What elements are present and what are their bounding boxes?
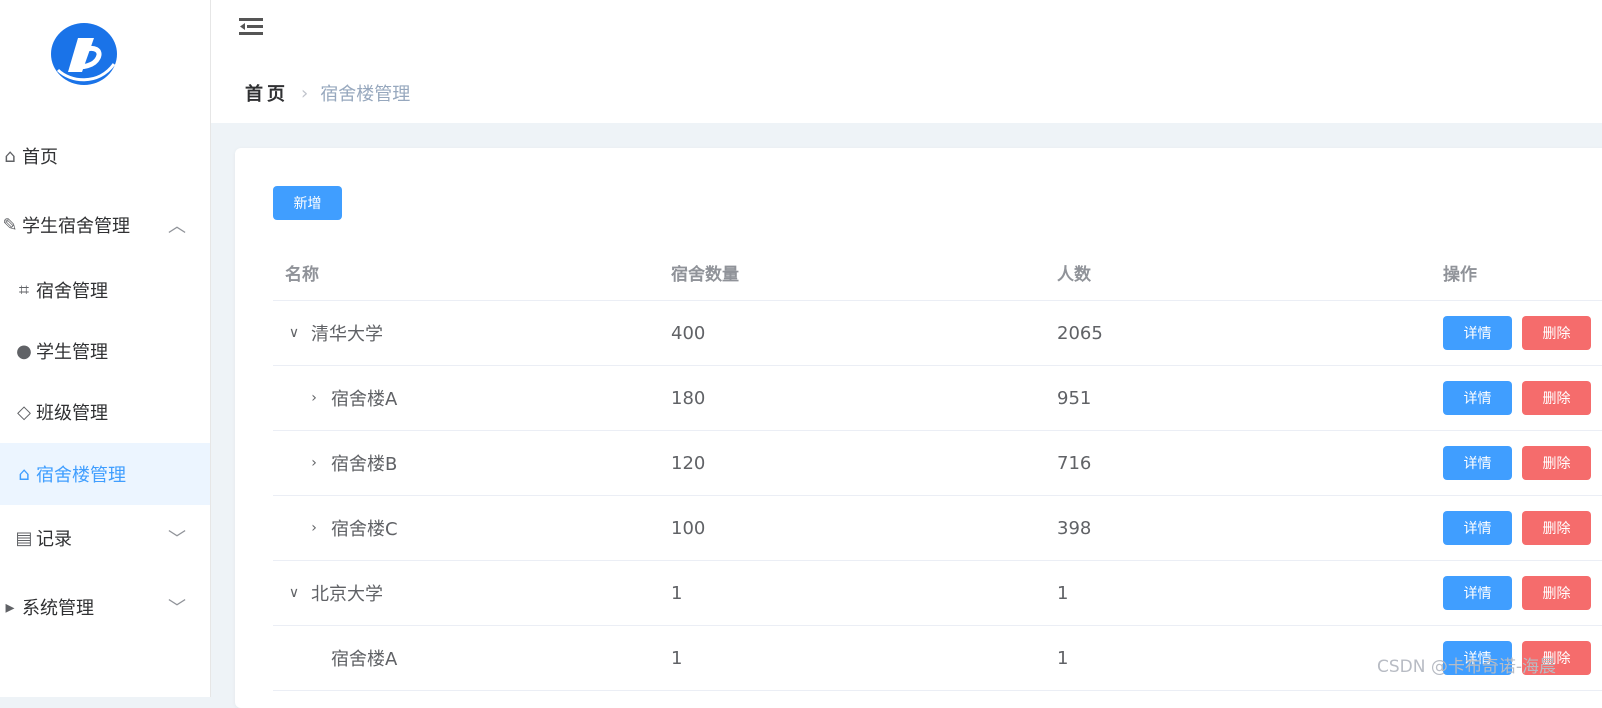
sidebar-item-system[interactable]: ▸ 系统管理 ﹀	[0, 587, 210, 627]
row-name: 北京大学	[311, 584, 383, 605]
detail-button[interactable]: 详情	[1443, 576, 1512, 610]
sidebar-item-student[interactable]: ● 学生管理	[0, 331, 210, 371]
add-button[interactable]: 新增	[273, 186, 342, 220]
row-people: 2065	[1057, 322, 1103, 344]
table-row: ∨ 清华大学 400 2065 详情 删除	[273, 301, 1602, 366]
row-people: 398	[1057, 517, 1092, 539]
triangle-icon: ▸	[5, 596, 15, 618]
row-count: 100	[671, 517, 706, 539]
row-count: 1	[671, 647, 683, 669]
chevron-up-icon: ︿	[168, 216, 186, 237]
table-header: 名称 宿舍数量 人数 操作	[273, 244, 1602, 301]
breadcrumb: 首页 › 宿舍楼管理	[245, 80, 410, 106]
expand-closed-icon[interactable]: ›	[305, 520, 323, 536]
expand-open-icon[interactable]: ∨	[285, 585, 303, 601]
row-count: 120	[671, 452, 706, 474]
sidebar: ⌂ 首页 ✎ 学生宿舍管理 ︿ ⌗ 宿舍管理 ● 学生管理 ◇ 班级管理 ⌂ 宿…	[0, 0, 211, 697]
sidebar-item-label: 记录	[36, 529, 72, 550]
header: 首页 › 宿舍楼管理	[211, 0, 1602, 123]
delete-button[interactable]: 删除	[1522, 381, 1591, 415]
calendar-icon: ▤	[15, 527, 33, 549]
table-row: ∨ 北京大学 1 1 详情 删除	[273, 561, 1602, 626]
building-table: 名称 宿舍数量 人数 操作 ∨ 清华大学 400 2065 详情 删除 › 宿舍…	[273, 244, 1602, 691]
breadcrumb-home[interactable]: 首页	[245, 80, 289, 106]
detail-button[interactable]: 详情	[1443, 381, 1512, 415]
column-header-actions: 操作	[1443, 264, 1477, 285]
row-name: 宿舍楼A	[331, 649, 398, 670]
content-card: 新增 名称 宿舍数量 人数 操作 ∨ 清华大学 400 2065 详情 删除 ›	[235, 148, 1602, 708]
row-people: 1	[1057, 647, 1069, 669]
sidebar-item-dorm[interactable]: ⌗ 宿舍管理	[0, 270, 210, 310]
column-header-count: 宿舍数量	[671, 264, 739, 285]
home-filled-icon: ⌂	[18, 463, 30, 485]
column-header-people: 人数	[1057, 264, 1091, 285]
expand-closed-icon[interactable]: ›	[305, 390, 323, 406]
sidebar-item-label: 宿舍楼管理	[36, 465, 126, 486]
crop-icon: ⌗	[18, 279, 30, 301]
sidebar-item-label: 班级管理	[36, 403, 108, 424]
row-name: 宿舍楼C	[331, 519, 398, 540]
table-row: › 宿舍楼B 120 716 详情 删除	[273, 431, 1602, 496]
row-people: 716	[1057, 452, 1092, 474]
user-icon: ●	[16, 340, 32, 362]
breadcrumb-current: 宿舍楼管理	[320, 84, 411, 105]
sidebar-item-label: 系统管理	[22, 598, 94, 619]
sidebar-item-label: 宿舍管理	[36, 281, 108, 302]
detail-button[interactable]: 详情	[1443, 511, 1512, 545]
expand-open-icon[interactable]: ∨	[285, 325, 303, 341]
row-count: 180	[671, 387, 706, 409]
sidebar-item-student-dorm[interactable]: ✎ 学生宿舍管理 ︿	[0, 205, 210, 245]
delete-button[interactable]: 删除	[1522, 511, 1591, 545]
house-icon: ⌂	[4, 145, 16, 167]
sidebar-item-records[interactable]: ▤ 记录 ﹀	[0, 518, 210, 558]
row-name: 宿舍楼B	[331, 454, 398, 475]
sidebar-item-home[interactable]: ⌂ 首页	[0, 136, 210, 176]
row-count: 1	[671, 582, 683, 604]
delete-button[interactable]: 删除	[1522, 576, 1591, 610]
sidebar-item-label: 学生宿舍管理	[22, 216, 130, 237]
sidebar-item-label: 学生管理	[36, 342, 108, 363]
table-row: › 宿舍楼C 100 398 详情 删除	[273, 496, 1602, 561]
sidebar-item-class[interactable]: ◇ 班级管理	[0, 392, 210, 432]
column-header-name: 名称	[285, 264, 319, 285]
watermark: CSDN @卡布奇诺-海晨	[1376, 657, 1556, 677]
row-name: 清华大学	[311, 324, 383, 345]
menu-toggle-icon[interactable]	[239, 16, 263, 38]
chevron-down-icon: ﹀	[168, 598, 186, 619]
row-people: 951	[1057, 387, 1092, 409]
layers-icon: ◇	[17, 401, 31, 423]
breadcrumb-separator-icon: ›	[301, 82, 309, 104]
app-logo	[51, 23, 117, 85]
row-count: 400	[671, 322, 706, 344]
detail-button[interactable]: 详情	[1443, 446, 1512, 480]
sidebar-item-building[interactable]: ⌂ 宿舍楼管理	[0, 443, 210, 505]
delete-button[interactable]: 删除	[1522, 446, 1591, 480]
chevron-down-icon: ﹀	[168, 529, 186, 550]
expand-closed-icon[interactable]: ›	[305, 455, 323, 471]
sidebar-item-label: 首页	[22, 147, 58, 168]
delete-button[interactable]: 删除	[1522, 316, 1591, 350]
row-people: 1	[1057, 582, 1069, 604]
detail-button[interactable]: 详情	[1443, 316, 1512, 350]
table-row: › 宿舍楼A 180 951 详情 删除	[273, 366, 1602, 431]
row-name: 宿舍楼A	[331, 389, 398, 410]
wrench-icon: ✎	[2, 214, 18, 236]
